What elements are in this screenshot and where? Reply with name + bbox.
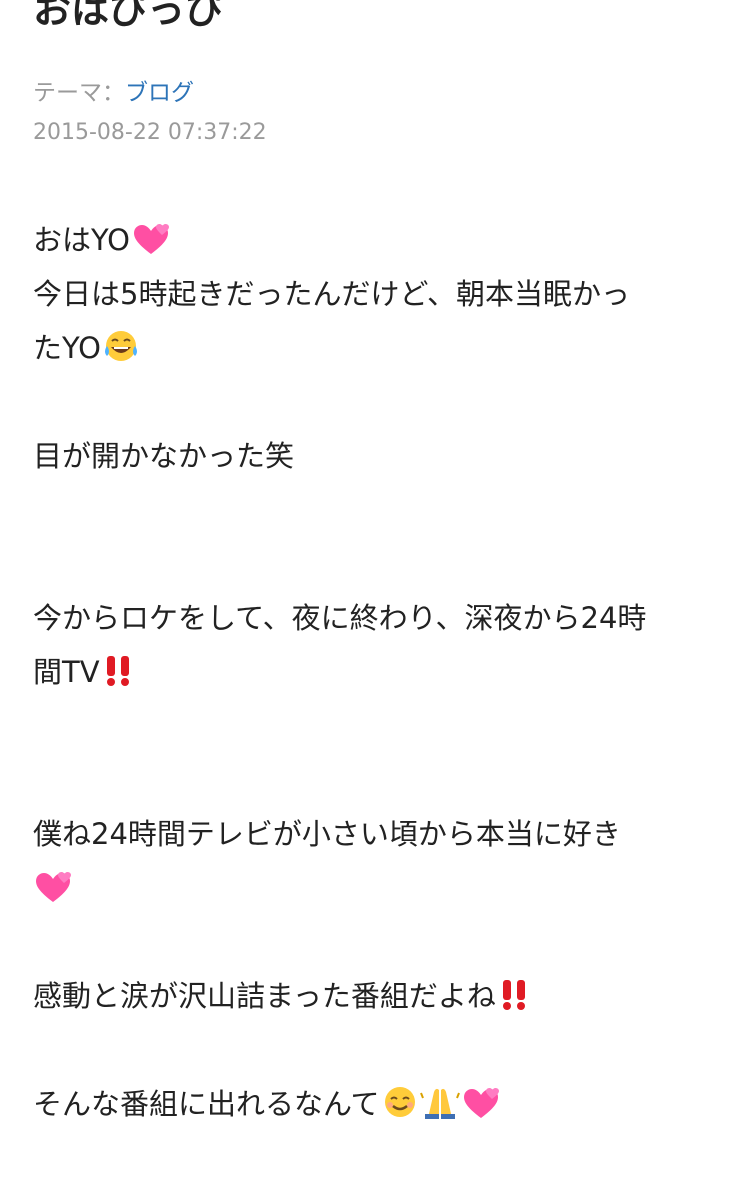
body-line: 今日は5時起きだったんだけど、朝本当眠かっ (33, 277, 631, 311)
double-exclamation-icon (497, 975, 531, 1029)
two-hearts-icon (33, 867, 73, 921)
post-theme: テーマ：ブログ (33, 78, 194, 108)
body-line: たYO (33, 321, 723, 381)
body-text: そんな番組に出れるなんて (33, 1087, 380, 1121)
body-text: たYO (33, 331, 101, 365)
post-date: 2015-08-22 07:37:22 (33, 120, 267, 145)
body-line: 今からロケをして、夜に終わり、深夜から24時 (33, 601, 647, 635)
body-text: 間TV (33, 655, 100, 689)
double-exclamation-icon (101, 651, 135, 705)
theme-label: テーマ： (33, 80, 125, 106)
tears-of-joy-icon (102, 327, 140, 381)
body-line (33, 861, 723, 921)
body-line: そんな番組に出れるなんて (33, 1077, 723, 1137)
body-line: おはYO (33, 213, 723, 273)
body-text: おはYO (33, 223, 130, 257)
body-line: 間TV (33, 645, 723, 705)
blog-page: おはぴっぴ テーマ：ブログ 2015-08-22 07:37:22 おはYO 今… (0, 0, 750, 1185)
body-line: 目が開かなかった笑 (33, 439, 295, 473)
two-hearts-icon (131, 219, 171, 273)
theme-link[interactable]: ブログ (125, 80, 194, 106)
body-line: 僕ね24時間テレビが小さい頃から本当に好き (33, 817, 621, 851)
folded-hands-icon (419, 1083, 460, 1137)
two-hearts-icon (461, 1083, 501, 1137)
body-text: 感動と涙が沢山詰まった番組だよね (33, 979, 496, 1013)
smiling-face-icon (381, 1083, 419, 1137)
body-line: 感動と涙が沢山詰まった番組だよね (33, 969, 723, 1029)
post-title: おはぴっぴ (33, 0, 224, 32)
